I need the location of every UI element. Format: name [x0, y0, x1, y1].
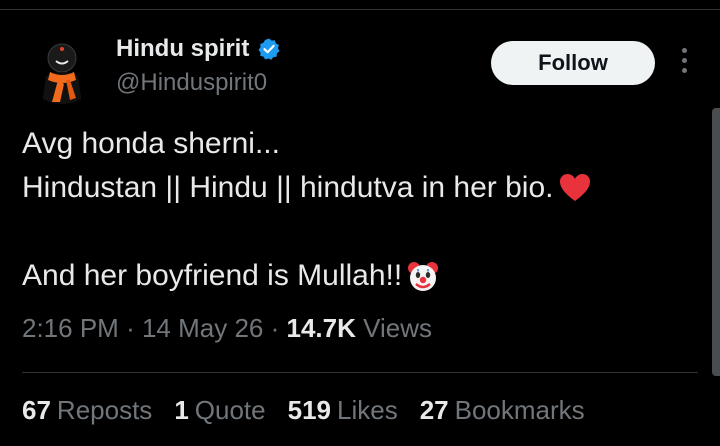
top-divider: [0, 9, 720, 10]
likes-label: Likes: [337, 395, 398, 425]
avatar[interactable]: [24, 28, 100, 104]
reposts-label: Reposts: [56, 395, 153, 425]
stats-divider: [22, 372, 698, 373]
post-stats: 67 Reposts 1 Quote 519 Likes 27 Bookmarks: [22, 392, 607, 428]
follow-button[interactable]: Follow: [491, 41, 655, 85]
red-heart-emoji-icon: [558, 171, 592, 205]
post-line-2-text: Hindustan || Hindu || hindutva in her bi…: [22, 171, 554, 204]
author-handle[interactable]: @Hinduspirit0: [116, 66, 281, 100]
post-text: Avg honda sherni... Hindustan || Hindu |…: [22, 122, 692, 298]
views-count: 14.7K: [286, 313, 356, 343]
post-line-3-text: And her boyfriend is Mullah!!: [22, 259, 403, 292]
post-time[interactable]: 2:16 PM: [22, 313, 119, 343]
likes-stat[interactable]: 519 Likes: [288, 392, 398, 428]
post-line-1: Avg honda sherni...: [22, 127, 280, 160]
reposts-stat[interactable]: 67 Reposts: [22, 392, 152, 428]
likes-count: 519: [287, 395, 331, 425]
display-name[interactable]: Hindu spirit: [116, 34, 249, 64]
clown-face-emoji-icon: [406, 259, 440, 293]
post-meta: 2:16 PM · 14 May 26 · 14.7K Views: [22, 310, 432, 346]
orange-scarf-figure-avatar-icon: [24, 28, 100, 104]
post-spacer: [22, 210, 692, 254]
quotes-label: Quote: [194, 395, 266, 425]
verified-badge-icon[interactable]: [257, 37, 281, 61]
post-header: Hindu spirit @Hinduspirit0 Follow: [24, 26, 704, 106]
display-name-row: Hindu spirit: [116, 34, 281, 64]
reposts-count: 67: [22, 395, 51, 425]
post-line-2: Hindustan || Hindu || hindutva in her bi…: [22, 166, 692, 210]
author-names: Hindu spirit @Hinduspirit0: [116, 34, 281, 100]
scrollbar[interactable]: [712, 108, 720, 376]
vertical-ellipsis-icon[interactable]: [674, 48, 694, 78]
meta-separator: ·: [270, 313, 280, 343]
post-line-3: And her boyfriend is Mullah!!: [22, 254, 692, 298]
bookmarks-label: Bookmarks: [454, 395, 585, 425]
quotes-stat[interactable]: 1 Quote: [174, 392, 265, 428]
views-label: Views: [363, 313, 433, 343]
bookmarks-count: 27: [419, 395, 449, 425]
meta-separator: ·: [126, 313, 135, 343]
bookmarks-stat[interactable]: 27 Bookmarks: [420, 392, 585, 428]
quotes-count: 1: [174, 395, 189, 425]
post-date[interactable]: 14 May 26: [142, 313, 263, 343]
